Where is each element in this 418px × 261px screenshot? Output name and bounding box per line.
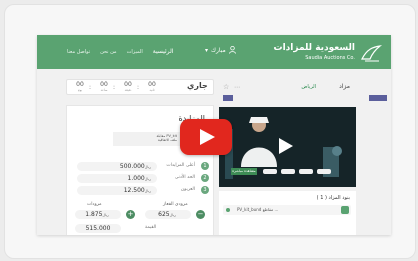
site-header: تواصل معنا من نحن الميزات الرئيسية ▾ مبا… <box>37 35 391 69</box>
price-value: 1.000 <box>127 175 145 182</box>
lot-title-row: ☆ ⋯ الرياض مزاد <box>218 83 354 93</box>
nav-item-about[interactable]: من نحن <box>100 49 117 55</box>
status-dot-icon <box>226 208 230 212</box>
bid-column-header: مزودي الفعاز <box>163 202 188 207</box>
lot-name: مزاد <box>339 83 350 90</box>
nav-item-home[interactable]: الرئيسية <box>153 48 174 55</box>
user-icon <box>228 46 236 54</box>
step-icon: 2 <box>201 174 209 182</box>
lot-items-list: ( 1 ) بنود المزاد PV_kit_bund مقاطع ... <box>219 191 356 235</box>
attachment-desc: ملف الاتفاقية <box>157 138 177 142</box>
youtube-play-button[interactable] <box>180 119 232 155</box>
list-title: بنود المزاد <box>328 195 350 201</box>
nav-item-features[interactable]: الميزات <box>127 49 143 55</box>
logo-mark-icon <box>361 45 383 62</box>
next-bid-value: 515.000 <box>75 224 121 233</box>
lot-location: الرياض <box>301 84 316 90</box>
site-logo[interactable]: السعودية للمزادات Saudia Auctions Co. <box>273 41 385 65</box>
increase-bid-button[interactable]: + <box>126 210 135 219</box>
step-icon: 3 <box>201 186 209 194</box>
increment-currency: ريال <box>102 213 109 217</box>
video-control[interactable] <box>263 169 277 174</box>
video-play-icon[interactable] <box>277 136 295 156</box>
nav-item-contact[interactable]: تواصل معنا <box>67 49 90 55</box>
decrement-currency: ريال <box>169 213 176 217</box>
price-label: أعلى المزايدات <box>166 163 195 168</box>
step-icon: 1 <box>201 162 209 170</box>
main-nav: تواصل معنا من نحن الميزات الرئيسية <box>67 48 173 55</box>
user-name: مبارك <box>211 46 226 54</box>
next-bid-label: القيمة <box>145 225 157 230</box>
bid-column-header: مزودات <box>87 202 102 207</box>
timer-hours: 00 ساعة <box>100 81 108 92</box>
price-row-deposit: ريال12.500 العربون 3 <box>75 186 209 196</box>
timer-seconds: 00 ثانية <box>148 81 156 92</box>
price-value: 12.500 <box>123 187 145 194</box>
auction-status: جاري <box>187 81 208 90</box>
lot-type-tag <box>369 95 387 101</box>
price-row-minimum: ريال1.000 الحد الأدنى 2 <box>75 174 209 184</box>
price-label: العربون <box>180 187 195 192</box>
star-icon[interactable]: ☆ <box>223 83 229 91</box>
bid-increment-row: ريال1.875 + <box>75 210 135 220</box>
share-icon[interactable]: ⋯ <box>234 84 240 91</box>
logo-english-text: Saudia Auctions Co. <box>305 55 355 61</box>
timer-minutes: 00 دقيقة <box>124 81 132 92</box>
logo-arabic-text: السعودية للمزادات <box>273 43 355 53</box>
chevron-down-icon: ▾ <box>205 46 209 54</box>
timer-days: 00 يوم <box>76 81 84 92</box>
video-control[interactable] <box>281 169 295 174</box>
play-triangle-icon <box>200 129 215 145</box>
list-item-text: PV_kit_bund مقاطع ... <box>237 207 279 212</box>
price-label: الحد الأدنى <box>174 175 195 180</box>
live-view-button[interactable]: مشاهدة مباشرة <box>231 168 257 175</box>
item-thumb-icon <box>341 206 349 214</box>
countdown-timer: 00 يوم : 00 ساعة : 00 دقيقة : 00 ثانية جاري <box>66 79 214 95</box>
price-value: 500.000 <box>119 163 145 170</box>
next-bid-row: 515.000 القيمة <box>75 224 209 234</box>
video-control[interactable] <box>317 169 331 174</box>
category-tag <box>223 95 233 101</box>
list-count: ( 1 ) <box>316 195 327 201</box>
user-menu[interactable]: ▾ مبارك <box>205 46 236 54</box>
list-item[interactable]: PV_kit_bund مقاطع ... <box>223 205 351 215</box>
decrease-bid-button[interactable]: − <box>196 210 205 219</box>
bid-decrement-row: ريال625 − <box>145 210 205 220</box>
price-row-highest: ريال500.000 أعلى المزايدات 1 <box>75 162 209 172</box>
increment-value: 1.875 <box>85 211 103 218</box>
decrement-value: 625 <box>158 211 170 218</box>
video-control[interactable] <box>299 169 313 174</box>
